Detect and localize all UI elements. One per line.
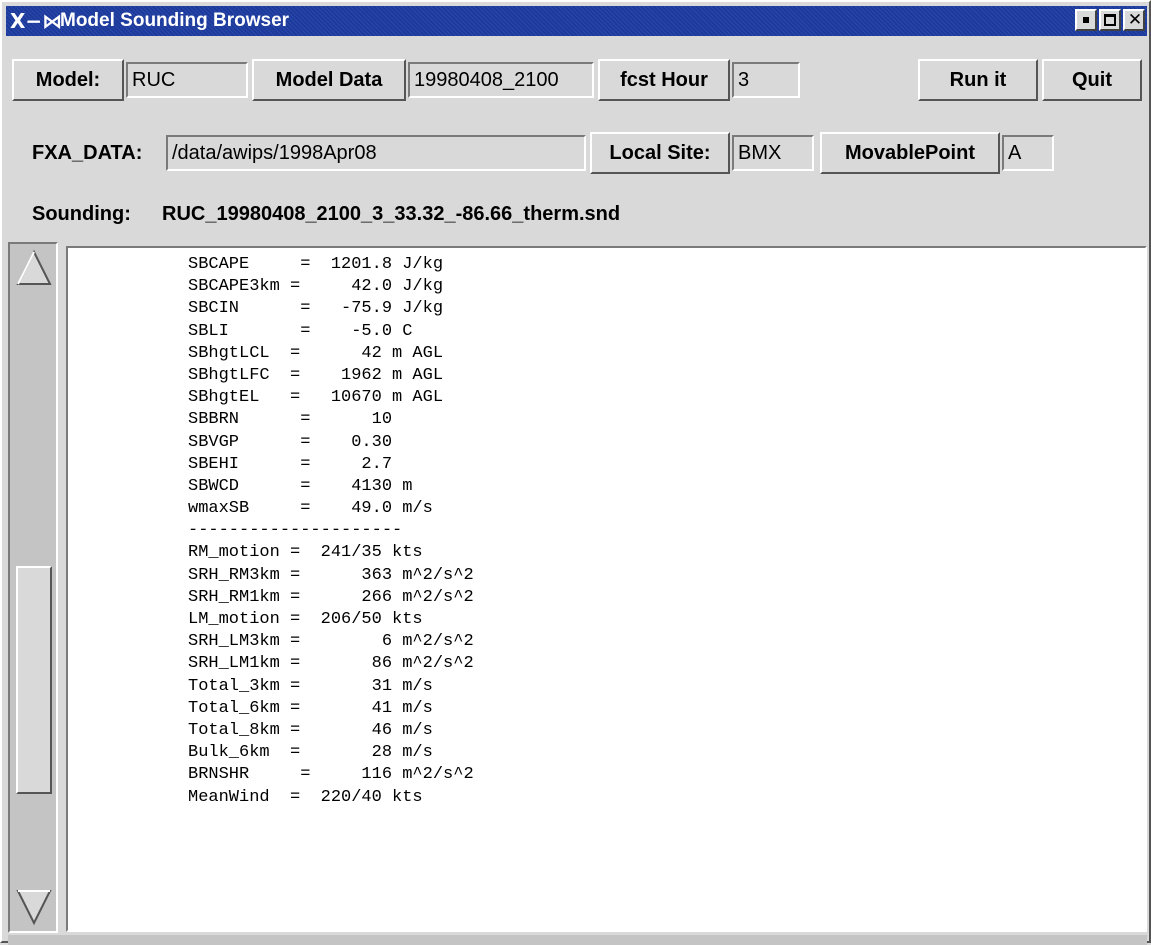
output-line: BRNSHR = 116 m^2/s^2 (188, 765, 474, 785)
model-data-button[interactable]: Model Data (252, 59, 406, 101)
output-line: SBCIN = -75.9 J/kg (188, 299, 444, 319)
fxa-data-label: FXA_DATA: (32, 142, 143, 164)
sounding-output-text[interactable]: SBCAPE = 1201.8 J/kg SBCAPE3km = 42.0 J/k… (66, 246, 1147, 932)
output-lines: SBCAPE = 1201.8 J/kg SBCAPE3km = 42.0 J/k… (188, 254, 474, 809)
x-window-icon[interactable]: X−⋈ (10, 8, 62, 34)
output-line: SBBRN = 10 (188, 410, 393, 430)
local-site-field[interactable]: BMX (732, 135, 814, 171)
output-line: MeanWind = 220/40 kts (188, 787, 423, 807)
title-bar[interactable]: X−⋈ Model Sounding Browser ✕ (6, 6, 1147, 36)
app-window: X−⋈ Model Sounding Browser ✕ Model: RUC … (0, 0, 1151, 945)
output-line: SRH_LM3km = 6 m^2/s^2 (188, 632, 474, 652)
output-line: LM_motion = 206/50 kts (188, 610, 423, 629)
output-line: SBVGP = 0.30 (188, 432, 393, 452)
output-line: SBhgtLCL = 42 m AGL (188, 343, 444, 363)
movable-point-field[interactable]: A (1002, 135, 1054, 171)
movable-point-button[interactable]: MovablePoint (820, 132, 1000, 174)
output-line: SBhgtEL = 10670 m AGL (188, 388, 444, 408)
output-line: SBEHI = 2.7 (188, 454, 393, 474)
scroll-up-arrow-icon[interactable] (14, 248, 54, 288)
output-line: SBWCD = 4130 m (188, 476, 413, 496)
output-line: SBCAPE3km = 42.0 J/kg (188, 277, 444, 297)
minimize-icon[interactable] (1075, 9, 1097, 31)
fxa-data-field[interactable]: /data/awips/1998Apr08 (166, 135, 586, 171)
quit-button[interactable]: Quit (1042, 59, 1142, 101)
fcst-hour-button[interactable]: fcst Hour (598, 59, 730, 101)
local-site-button[interactable]: Local Site: (590, 132, 730, 174)
model-data-field[interactable]: 19980408_2100 (408, 62, 594, 98)
sounding-label: Sounding: (32, 203, 131, 225)
output-line: --------------------- (188, 521, 403, 541)
output-line: Total_8km = 46 m/s (188, 720, 433, 740)
vertical-scrollbar[interactable] (8, 242, 58, 933)
model-button[interactable]: Model: (12, 59, 124, 101)
horizontal-scrollbar[interactable] (8, 935, 1147, 945)
output-line: SBhgtLFC = 1962 m AGL (188, 365, 444, 385)
output-line: RM_motion = 241/35 kts (188, 543, 423, 563)
close-icon[interactable]: ✕ (1123, 9, 1145, 31)
output-line: SBCAPE = 1201.8 J/kg (188, 255, 444, 274)
fcst-hour-field[interactable]: 3 (732, 62, 800, 98)
output-line: Bulk_6km = 28 m/s (188, 743, 433, 763)
output-line: SRH_RM3km = 363 m^2/s^2 (188, 565, 474, 585)
output-line: SRH_RM1km = 266 m^2/s^2 (188, 587, 474, 607)
output-line: SRH_LM1km = 86 m^2/s^2 (188, 654, 474, 674)
scroll-down-arrow-icon[interactable] (14, 887, 54, 927)
scrollbar-thumb[interactable] (16, 566, 52, 794)
window-title: Model Sounding Browser (60, 10, 290, 31)
output-line: SBLI = -5.0 C (188, 321, 413, 341)
model-field[interactable]: RUC (126, 62, 248, 98)
output-line: wmaxSB = 49.0 m/s (188, 499, 433, 519)
run-button[interactable]: Run it (918, 59, 1038, 101)
output-line: Total_3km = 31 m/s (188, 676, 433, 696)
sounding-filename: RUC_19980408_2100_3_33.32_-86.66_therm.s… (162, 203, 621, 225)
output-line: Total_6km = 41 m/s (188, 698, 433, 718)
maximize-icon[interactable] (1099, 9, 1121, 31)
